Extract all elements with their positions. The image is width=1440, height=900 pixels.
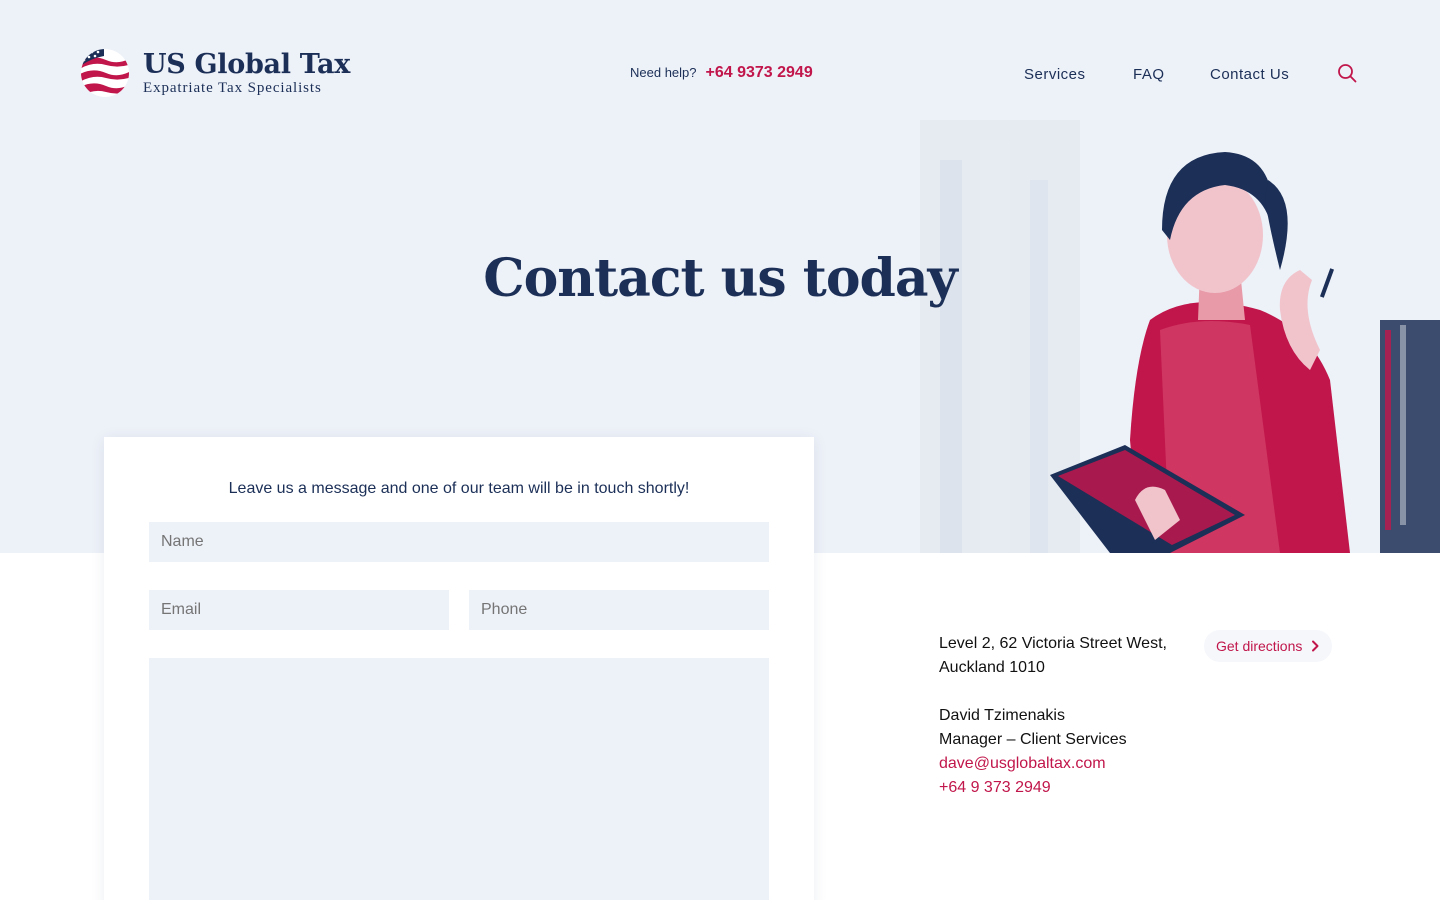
chevron-right-icon — [1312, 640, 1319, 652]
person-role: Manager – Client Services — [939, 731, 1127, 748]
search-icon[interactable] — [1337, 63, 1357, 83]
page-title: Contact us today — [483, 248, 958, 309]
nav-contact-us[interactable]: Contact Us — [1210, 66, 1289, 83]
get-directions-button[interactable]: Get directions — [1204, 630, 1333, 662]
brand-name: US Global Tax — [143, 49, 350, 80]
nav-faq[interactable]: FAQ — [1133, 66, 1165, 83]
help-contact: Need help? +64 9373 2949 — [630, 64, 813, 82]
address-line-2: Auckland 1010 — [939, 659, 1045, 676]
person-email-link[interactable]: dave@usglobaltax.com — [939, 752, 1127, 776]
person-phone-link[interactable]: +64 9 373 2949 — [939, 776, 1127, 800]
name-input[interactable] — [149, 522, 769, 562]
get-directions-label: Get directions — [1216, 638, 1303, 654]
message-textarea[interactable] — [149, 658, 769, 900]
email-input[interactable] — [149, 590, 449, 630]
logo[interactable]: US Global Tax Expatriate Tax Specialists — [80, 48, 350, 98]
us-flag-globe-icon — [81, 49, 129, 97]
address-line-1: Level 2, 62 Victoria Street West, — [939, 635, 1167, 652]
help-label: Need help? — [630, 65, 697, 80]
hero-photo — [880, 120, 1440, 553]
contact-person: David Tzimenakis Manager – Client Servic… — [939, 704, 1127, 800]
person-name: David Tzimenakis — [939, 707, 1065, 724]
address: Level 2, 62 Victoria Street West, Auckla… — [939, 632, 1167, 680]
brand-tagline: Expatriate Tax Specialists — [143, 80, 322, 96]
nav-services[interactable]: Services — [1024, 66, 1086, 83]
contact-form-card: Leave us a message and one of our team w… — [104, 437, 814, 900]
form-intro: Leave us a message and one of our team w… — [228, 480, 690, 497]
phone-input[interactable] — [469, 590, 769, 630]
help-phone-link[interactable]: +64 9373 2949 — [706, 64, 813, 82]
